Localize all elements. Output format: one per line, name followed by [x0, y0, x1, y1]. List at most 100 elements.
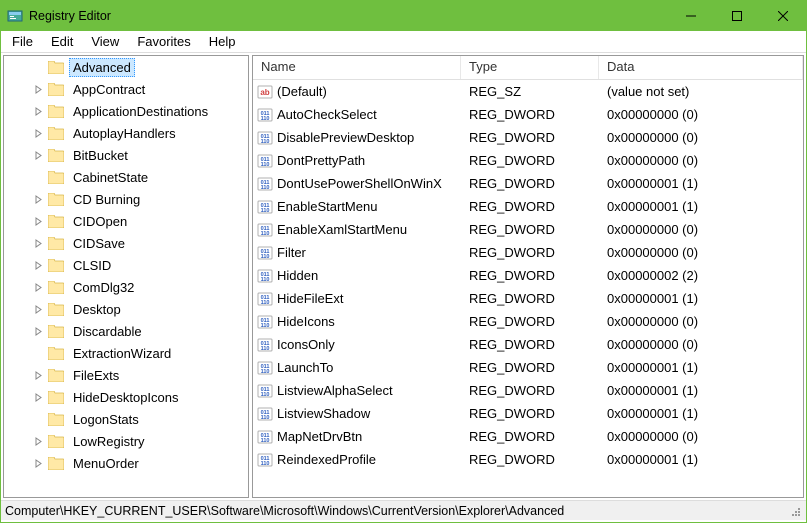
folder-icon [48, 171, 64, 184]
tree-expander-icon[interactable] [32, 237, 44, 249]
header-type[interactable]: Type [461, 56, 599, 79]
header-data[interactable]: Data [599, 56, 803, 79]
menu-favorites[interactable]: Favorites [128, 32, 199, 51]
resize-grip-icon[interactable] [788, 504, 802, 518]
list-row[interactable]: 011110HideFileExtREG_DWORD0x00000001 (1) [253, 287, 803, 310]
menu-edit[interactable]: Edit [42, 32, 82, 51]
folder-icon [48, 281, 64, 294]
tree-expander-icon[interactable] [32, 105, 44, 117]
list-row[interactable]: 011110ListviewAlphaSelectREG_DWORD0x0000… [253, 379, 803, 402]
tree-item[interactable]: CIDOpen [4, 210, 248, 232]
tree-expander-icon[interactable] [32, 83, 44, 95]
svg-text:110: 110 [261, 461, 270, 467]
tree-item[interactable]: ApplicationDestinations [4, 100, 248, 122]
list-body[interactable]: ab(Default)REG_SZ(value not set)011110Au… [253, 80, 803, 497]
window-title: Registry Editor [29, 9, 111, 23]
value-type: REG_DWORD [461, 176, 599, 191]
tree-item[interactable]: CLSID [4, 254, 248, 276]
tree-item[interactable]: ExtractionWizard [4, 342, 248, 364]
tree-item[interactable]: HideDesktopIcons [4, 386, 248, 408]
tree-expander-icon[interactable] [32, 457, 44, 469]
tree-scroll[interactable]: AdvancedAppContract ApplicationDestinatio… [4, 56, 248, 497]
tree-expander-icon[interactable] [32, 303, 44, 315]
menu-view[interactable]: View [82, 32, 128, 51]
tree-item[interactable]: LogonStats [4, 408, 248, 430]
value-data: 0x00000002 (2) [599, 268, 803, 283]
tree-item[interactable]: Advanced [4, 56, 248, 78]
value-data: 0x00000000 (0) [599, 314, 803, 329]
tree-item[interactable]: FileExts [4, 364, 248, 386]
tree-item-label: MenuOrder [69, 454, 143, 473]
value-data: (value not set) [599, 84, 803, 99]
tree-item[interactable]: CD Burning [4, 188, 248, 210]
list-row[interactable]: 011110 Filter REG_DWORD0x00000000 (0) [253, 241, 803, 264]
list-row[interactable]: 011110MapNetDrvBtnREG_DWORD0x00000000 (0… [253, 425, 803, 448]
list-row[interactable]: 011110DisablePreviewDesktopREG_DWORD0x00… [253, 126, 803, 149]
list-row[interactable]: 011110HiddenREG_DWORD0x00000002 (2) [253, 264, 803, 287]
value-name: (Default) [277, 84, 327, 99]
maximize-button[interactable] [714, 1, 760, 31]
tree-item-label: ApplicationDestinations [69, 102, 212, 121]
svg-text:110: 110 [261, 139, 270, 145]
tree-item-label: CLSID [69, 256, 115, 275]
tree-item[interactable]: LowRegistry [4, 430, 248, 452]
folder-icon [48, 325, 64, 338]
titlebar: Registry Editor [1, 1, 806, 31]
tree-expander-icon[interactable] [32, 127, 44, 139]
dword-value-icon: 011110 [257, 245, 273, 261]
tree-item[interactable]: AutoplayHandlers [4, 122, 248, 144]
list-row[interactable]: 011110DontUsePowerShellOnWinXREG_DWORD0x… [253, 172, 803, 195]
list-row[interactable]: 011110EnableStartMenuREG_DWORD0x00000001… [253, 195, 803, 218]
header-name[interactable]: Name [253, 56, 461, 79]
tree-expander-icon[interactable] [32, 435, 44, 447]
list-row[interactable]: 011110EnableXamlStartMenuREG_DWORD0x0000… [253, 218, 803, 241]
value-type: REG_DWORD [461, 107, 599, 122]
tree-item[interactable]: Discardable [4, 320, 248, 342]
value-type: REG_DWORD [461, 337, 599, 352]
tree-item[interactable]: AppContract [4, 78, 248, 100]
tree-expander-icon[interactable] [32, 259, 44, 271]
folder-icon [48, 215, 64, 228]
list-row[interactable]: 011110DontPrettyPathREG_DWORD0x00000000 … [253, 149, 803, 172]
tree-item[interactable]: CIDSave [4, 232, 248, 254]
minimize-button[interactable] [668, 1, 714, 31]
list-row[interactable]: 011110AutoCheckSelectREG_DWORD0x00000000… [253, 103, 803, 126]
tree-expander-icon[interactable] [32, 325, 44, 337]
close-button[interactable] [760, 1, 806, 31]
tree-item[interactable]: ComDlg32 [4, 276, 248, 298]
value-name: EnableStartMenu [277, 199, 377, 214]
tree-item[interactable]: MenuOrder [4, 452, 248, 474]
value-type: REG_DWORD [461, 245, 599, 260]
svg-text:110: 110 [261, 438, 270, 444]
menu-help[interactable]: Help [200, 32, 245, 51]
list-row[interactable]: 011110HideIconsREG_DWORD0x00000000 (0) [253, 310, 803, 333]
string-value-icon: ab [257, 84, 273, 100]
tree-item[interactable]: Desktop [4, 298, 248, 320]
tree-expander-icon[interactable] [32, 193, 44, 205]
list-row[interactable]: 011110IconsOnlyREG_DWORD0x00000000 (0) [253, 333, 803, 356]
value-name: HideIcons [277, 314, 335, 329]
dword-value-icon: 011110 [257, 222, 273, 238]
list-row[interactable]: 011110ListviewShadowREG_DWORD0x00000001 … [253, 402, 803, 425]
svg-text:110: 110 [261, 346, 270, 352]
value-data: 0x00000000 (0) [599, 245, 803, 260]
value-data: 0x00000001 (1) [599, 199, 803, 214]
tree-item[interactable]: CabinetState [4, 166, 248, 188]
value-data: 0x00000001 (1) [599, 406, 803, 421]
list-row[interactable]: 011110ReindexedProfileREG_DWORD0x0000000… [253, 448, 803, 471]
list-row[interactable]: ab(Default)REG_SZ(value not set) [253, 80, 803, 103]
value-type: REG_DWORD [461, 360, 599, 375]
regedit-app-icon [7, 8, 23, 24]
svg-text:110: 110 [261, 116, 270, 122]
tree-item[interactable]: BitBucket [4, 144, 248, 166]
tree-expander-icon[interactable] [32, 369, 44, 381]
tree-item-label: BitBucket [69, 146, 132, 165]
value-name: Filter [277, 245, 306, 260]
tree-expander-icon[interactable] [32, 149, 44, 161]
tree-expander-icon[interactable] [32, 391, 44, 403]
tree-expander-icon[interactable] [32, 215, 44, 227]
menu-file[interactable]: File [3, 32, 42, 51]
tree-expander-icon[interactable] [32, 281, 44, 293]
list-row[interactable]: 011110LaunchToREG_DWORD0x00000001 (1) [253, 356, 803, 379]
dword-value-icon: 011110 [257, 176, 273, 192]
